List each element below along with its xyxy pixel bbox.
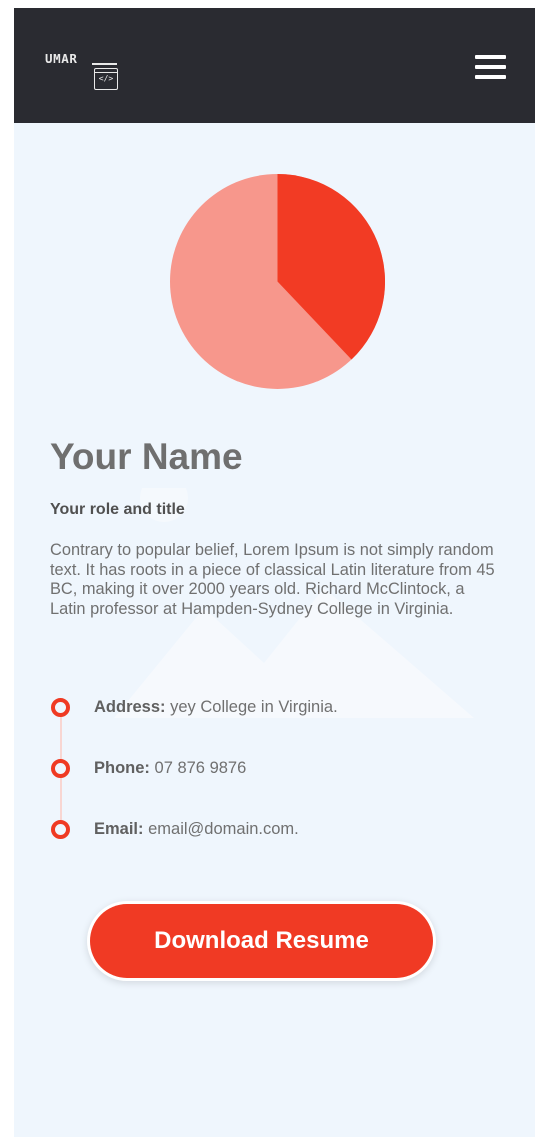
profile-bio: Contrary to popular belief, Lorem Ipsum … [50, 541, 495, 618]
address-value: yey College in Virginia. [170, 698, 338, 716]
profile-role: Your role and title [50, 501, 185, 518]
page: UMAR </> Your Name Your role and title C… [14, 8, 535, 1137]
download-resume-button[interactable]: Download Resume [90, 904, 433, 978]
email-value[interactable]: email@domain.com. [148, 820, 299, 838]
logo-code-glyph: </> [98, 74, 114, 83]
email-label: Email: [94, 820, 144, 838]
code-window-icon: </> [94, 68, 118, 90]
profile-name: Your Name [50, 436, 243, 477]
timeline-dot-icon [51, 759, 70, 778]
logo-underline [92, 63, 117, 65]
phone-value: 07 876 9876 [154, 759, 247, 777]
pie-chart-illustration [170, 174, 385, 389]
timeline-dot-icon [51, 820, 70, 839]
timeline-dot-icon [51, 698, 70, 717]
site-logo[interactable]: UMAR </> [45, 51, 125, 99]
top-navbar: UMAR </> [14, 8, 535, 123]
phone-label: Phone: [94, 759, 150, 777]
address-label: Address: [94, 698, 166, 716]
logo-text: UMAR [45, 51, 78, 66]
hamburger-icon[interactable] [475, 55, 506, 79]
